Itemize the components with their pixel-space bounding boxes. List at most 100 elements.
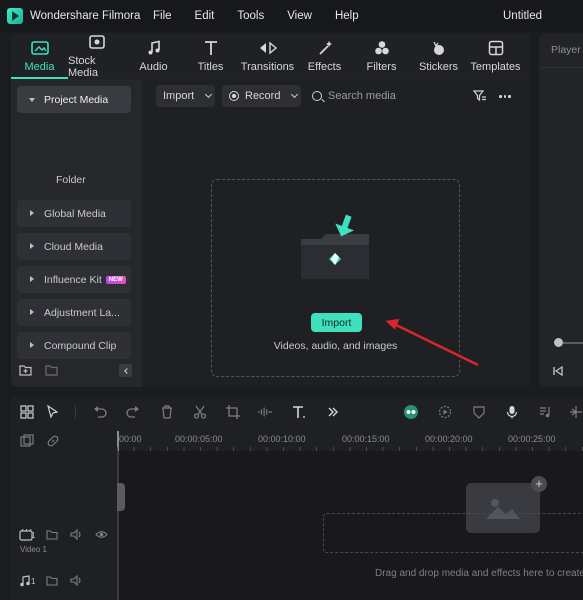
ruler-tick: 00:00:05:00 (175, 434, 223, 444)
scissors-icon[interactable] (192, 404, 208, 420)
sidebar-item-label: Global Media (44, 207, 106, 220)
ruler-tick: 00:00:15:00 (342, 434, 390, 444)
media-content: Import Record Search media Import Videos… (142, 80, 530, 387)
chevron-down-icon (205, 90, 213, 99)
track-headers: 1 Video 1 1 (11, 451, 117, 600)
record-dropdown-label: Record (245, 90, 281, 102)
record-dropdown[interactable]: Record (222, 85, 301, 107)
playback-slider[interactable] (563, 342, 583, 344)
import-media-button[interactable]: Import (311, 313, 362, 332)
tab-transitions-label: Transitions (240, 61, 295, 73)
menu-file[interactable]: File (153, 10, 172, 22)
sidebar-item-cloud-media[interactable]: Cloud Media (17, 233, 131, 260)
tab-transitions[interactable]: Transitions (239, 33, 296, 79)
media-panel: Media Stock Media Audio Titles Transitio… (11, 33, 530, 387)
player-divider (539, 67, 583, 68)
select-cursor-icon[interactable] (45, 404, 61, 420)
tab-stock-media[interactable]: Stock Media (68, 33, 125, 79)
tab-media[interactable]: Media (11, 33, 68, 79)
tab-stock-media-label: Stock Media (68, 55, 98, 79)
search-box (312, 85, 452, 107)
tab-titles-label: Titles (197, 61, 224, 73)
tab-media-label: Media (24, 61, 55, 73)
sticker-icon (430, 39, 448, 57)
tab-audio[interactable]: Audio (125, 33, 182, 79)
eye-icon[interactable] (95, 529, 108, 543)
document-title: Untitled (503, 10, 542, 22)
link-icon[interactable] (45, 433, 61, 449)
text-tool-icon[interactable] (292, 404, 308, 420)
video-track-number: 1 (31, 531, 36, 540)
menu-edit[interactable]: Edit (195, 10, 215, 22)
tab-templates-label: Templates (470, 61, 521, 73)
tab-filters[interactable]: Filters (353, 33, 410, 79)
timeline-ruler[interactable]: 00:00 00:00:05:00 00:00:10:00 00:00:15:0… (117, 431, 583, 451)
snap-icon[interactable] (568, 404, 583, 420)
app-name: Wondershare Filmora (30, 10, 141, 22)
chevron-right-icon (30, 243, 34, 249)
render-preview-icon[interactable] (437, 404, 453, 420)
crop-icon[interactable] (225, 404, 241, 420)
menu-bar: File Edit Tools View Help (153, 10, 382, 22)
tab-effects[interactable]: Effects (296, 33, 353, 79)
filters-icon (373, 39, 391, 57)
sidebar-item-label: Project Media (44, 93, 109, 106)
folder-icon[interactable] (46, 575, 58, 589)
sidebar-item-folder[interactable]: Folder (56, 174, 86, 186)
filter-sort-icon[interactable] (472, 90, 487, 105)
menu-view[interactable]: View (287, 10, 312, 22)
speaker-icon[interactable] (70, 574, 82, 589)
more-tools-icon[interactable] (325, 404, 341, 420)
menu-tools[interactable]: Tools (237, 10, 264, 22)
video-track-label: Video 1 (20, 545, 47, 554)
sidebar-item-global-media[interactable]: Global Media (17, 200, 131, 227)
timeline-tracks[interactable]: + Drag and drop media and effects here t… (117, 451, 583, 600)
folder-icon[interactable] (45, 364, 59, 380)
folder-icon[interactable] (46, 529, 58, 543)
layout-grid-icon[interactable] (19, 404, 35, 420)
tab-templates[interactable]: Templates (467, 33, 524, 79)
audio-track-icon (19, 575, 31, 590)
import-folder-icon (299, 213, 371, 286)
add-track-icon[interactable] (19, 433, 35, 449)
menu-help[interactable]: Help (335, 10, 359, 22)
title-bar: Wondershare Filmora File Edit Tools View… (0, 0, 583, 32)
ai-assistant-icon[interactable] (403, 404, 419, 420)
track-resize-handle[interactable] (117, 483, 125, 511)
step-back-icon[interactable] (552, 365, 564, 380)
playhead-slider-knob[interactable] (554, 338, 563, 347)
media-toolbar: Media Stock Media Audio Titles Transitio… (11, 33, 530, 79)
drag-drop-zone[interactable] (323, 513, 583, 553)
speaker-icon[interactable] (70, 528, 82, 543)
audio-mix-icon[interactable] (537, 404, 553, 420)
music-note-icon (145, 39, 163, 57)
import-dropdown-label: Import (163, 90, 195, 102)
sidebar-item-project-media[interactable]: Project Media (17, 86, 131, 113)
shield-mark-icon[interactable] (471, 404, 487, 420)
player-label: Player (551, 44, 581, 56)
redo-icon[interactable] (125, 404, 141, 420)
sidebar-item-compound-clip[interactable]: Compound Clip (17, 332, 131, 359)
ruler-tick: 00:00 (119, 434, 142, 444)
tab-titles[interactable]: Titles (182, 33, 239, 79)
undo-icon[interactable] (92, 404, 108, 420)
tab-stickers[interactable]: Stickers (410, 33, 467, 79)
ruler-tick: 00:00:10:00 (258, 434, 306, 444)
delete-icon[interactable] (159, 404, 175, 420)
transitions-icon (259, 39, 277, 57)
media-icon (30, 39, 49, 57)
search-input[interactable] (328, 90, 438, 102)
templates-icon (487, 39, 505, 57)
microphone-icon[interactable] (504, 404, 520, 420)
chevron-right-icon (30, 210, 34, 216)
new-badge: NEW (105, 275, 126, 284)
sidebar-item-adjustment-layer[interactable]: Adjustment La... (17, 299, 131, 326)
sidebar-item-influence-kit[interactable]: Influence Kit NEW (17, 266, 131, 293)
collapse-sidebar-button[interactable] (119, 364, 132, 377)
audio-stretch-icon[interactable] (257, 404, 273, 420)
chevron-right-icon (30, 342, 34, 348)
filmora-logo-icon (7, 8, 23, 24)
import-dropdown[interactable]: Import (156, 85, 215, 107)
new-folder-icon[interactable] (19, 364, 33, 380)
more-options-icon[interactable] (499, 95, 511, 98)
